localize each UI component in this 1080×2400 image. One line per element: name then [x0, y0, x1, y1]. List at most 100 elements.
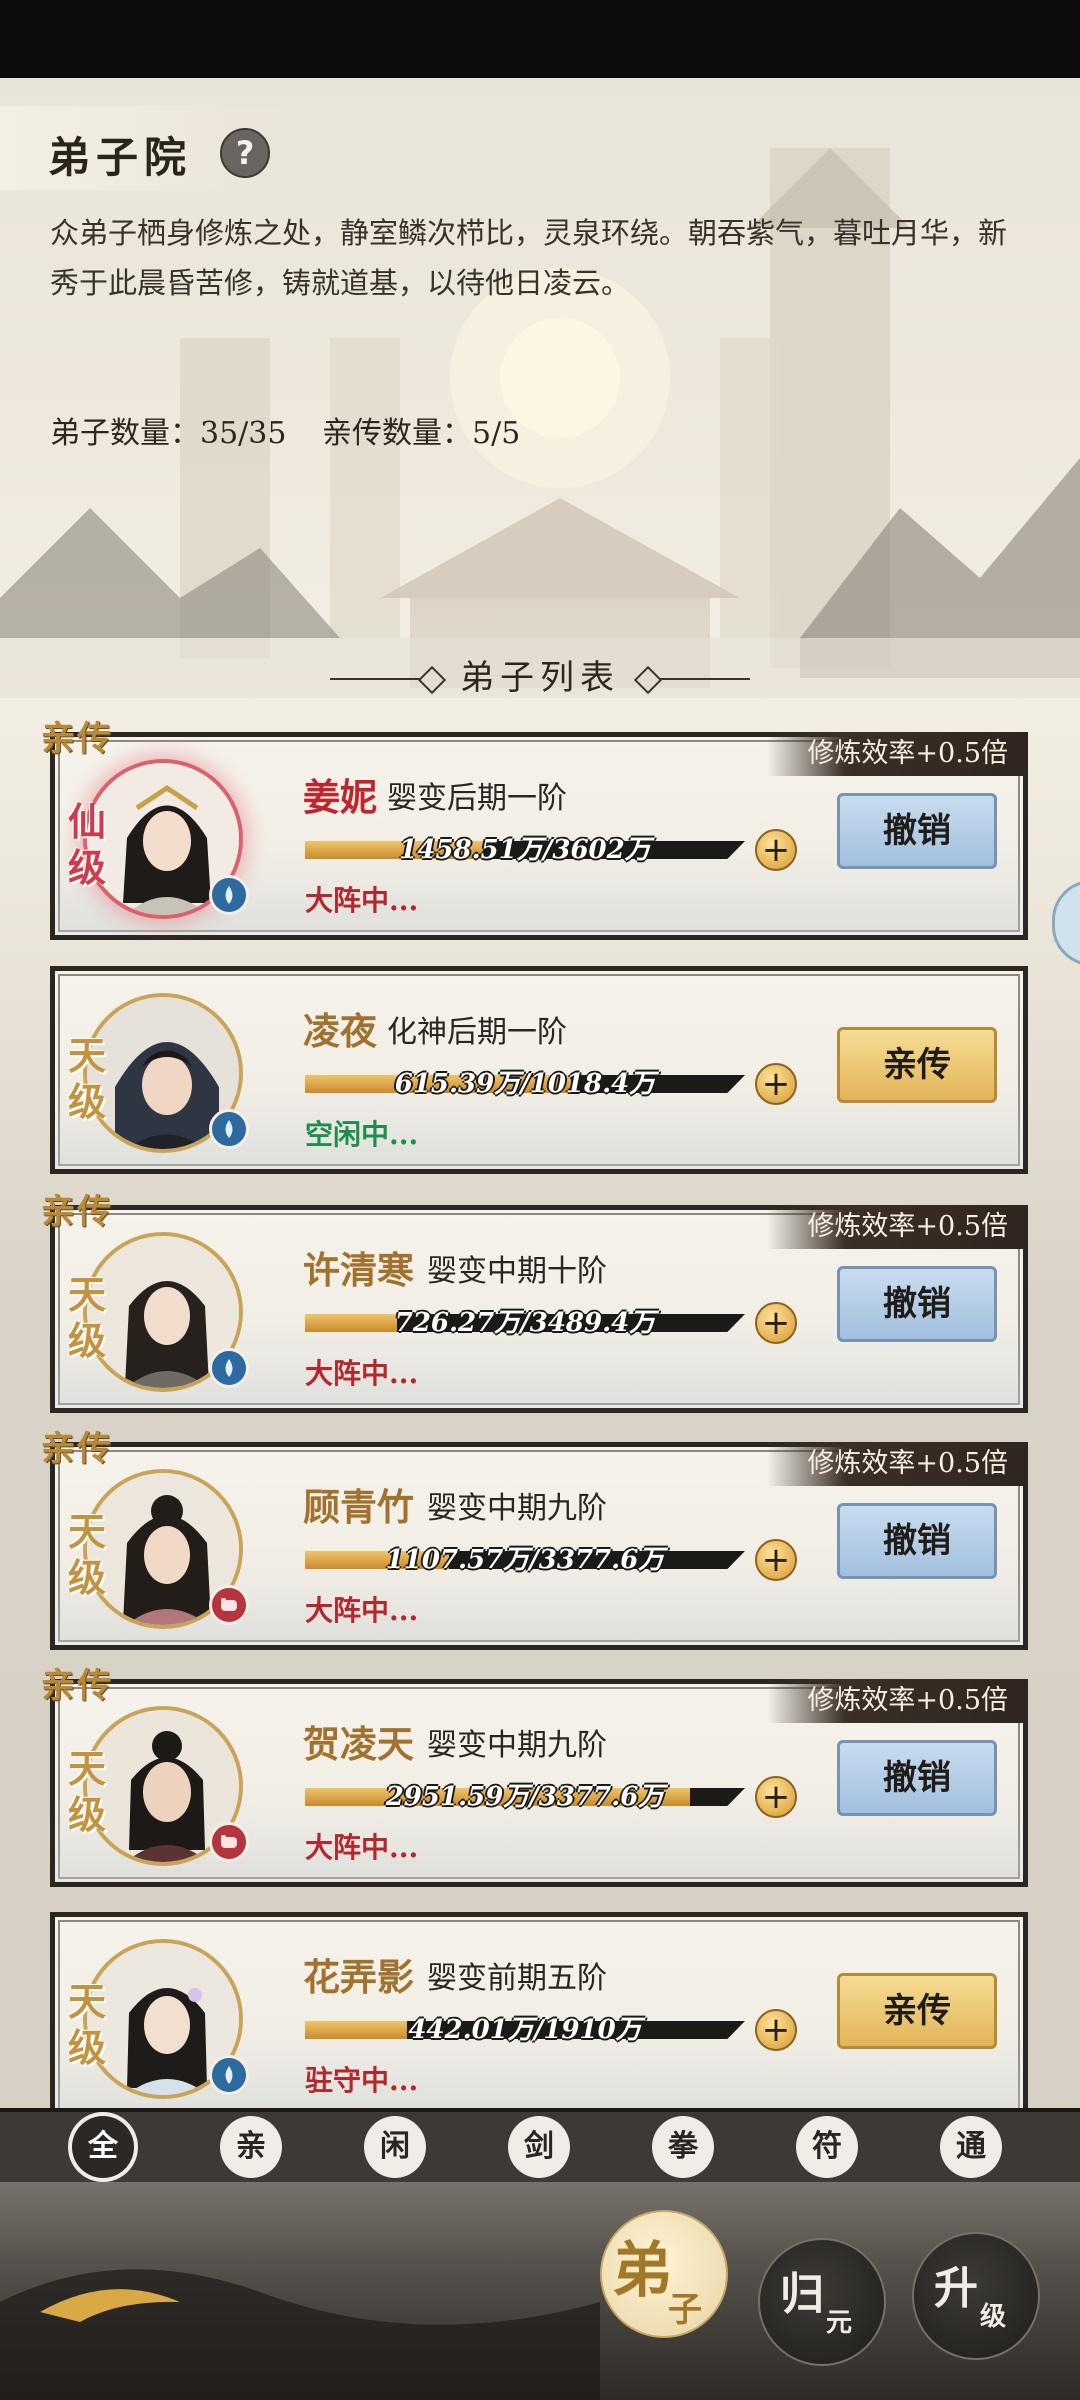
- progress-text: 726.27万/3489.4万: [394, 1308, 656, 1338]
- avatar-wrap[interactable]: 天级: [68, 1232, 249, 1392]
- nav-return-big: 归: [780, 2269, 824, 2320]
- grade-label: 天级: [67, 1272, 106, 1363]
- app-root: 弟子院 ? 众弟子栖身修炼之处，静室鳞次栉比，灵泉环绕。朝吞紫气，暮吐月华，新秀…: [0, 0, 1080, 2400]
- disciple-card[interactable]: 天级 凌夜 化神后期一阶 615.39万/1018.4万 + 空闲中... 亲传: [50, 966, 1028, 1174]
- disciple-realm: 婴变中期九阶: [427, 1491, 607, 1526]
- efficiency-bonus-badge: 修炼效率+0.5倍: [767, 1205, 1028, 1249]
- grade-label: 天级: [67, 1746, 106, 1837]
- disciple-count: 弟子数量：35/35: [50, 416, 287, 451]
- efficiency-bonus-badge: 修炼效率+0.5倍: [767, 732, 1028, 776]
- list-header-title: 弟子列表: [460, 658, 620, 698]
- disciple-status: 大阵中...: [305, 1357, 419, 1390]
- diamond-ornament-icon: [417, 665, 447, 695]
- disciple-status: 大阵中...: [305, 1831, 419, 1864]
- revoke-button[interactable]: 撤销: [837, 1503, 997, 1579]
- disciple-name: 许清寒: [303, 1248, 414, 1292]
- direct-disciple-tag: 亲传: [41, 1429, 113, 1469]
- revoke-button[interactable]: 撤销: [837, 793, 997, 869]
- filter-general[interactable]: 通: [940, 2116, 1002, 2178]
- grade-label: 仙级: [67, 799, 106, 890]
- nav-upgrade-small: 级: [980, 2302, 1007, 2332]
- disciple-realm: 婴变中期十阶: [427, 1254, 607, 1289]
- disciple-realm: 婴变中期九阶: [427, 1728, 607, 1763]
- nav-disciples-button[interactable]: 弟 子: [600, 2210, 728, 2338]
- plus-icon[interactable]: +: [755, 1302, 797, 1344]
- revoke-button[interactable]: 撤销: [837, 1266, 997, 1342]
- water-drop-icon: [209, 2055, 249, 2095]
- status-bar: [0, 0, 1080, 78]
- disciple-name: 花弄影: [303, 1955, 414, 1999]
- avatar-wrap[interactable]: 仙级: [68, 759, 249, 919]
- list-header: 弟子列表: [330, 648, 750, 708]
- plus-icon[interactable]: +: [755, 829, 797, 871]
- progress-text: 1458.51万/3602万: [399, 835, 651, 865]
- disciple-card[interactable]: 亲传 修炼效率+0.5倍 天级 许清寒 婴变中期十阶 726.27万/3489.…: [41, 1192, 1028, 1413]
- plus-icon[interactable]: +: [755, 1539, 797, 1581]
- filter-sword[interactable]: 剑: [508, 2116, 570, 2178]
- direct-disciple-tag: 亲传: [41, 1666, 113, 1706]
- filter-idle[interactable]: 闲: [364, 2116, 426, 2178]
- disciple-hall-scene: 弟子院 ? 众弟子栖身修炼之处，静室鳞次栉比，灵泉环绕。朝吞紫气，暮吐月华，新秀…: [0, 78, 1080, 2108]
- disciple-card[interactable]: 天级 花弄影 婴变前期五阶 442.01万/1910万 + 驻守中... 亲传: [50, 1912, 1028, 2108]
- progress-text: 442.01万/1910万: [408, 2015, 642, 2045]
- disciple-card[interactable]: 亲传 修炼效率+0.5倍 仙级 姜妮 婴变后期一阶 1458.51万/3602万…: [41, 719, 1028, 940]
- nav-upgrade-big: 升: [934, 2263, 978, 2314]
- disciple-status: 大阵中...: [305, 884, 419, 917]
- avatar-wrap[interactable]: 天级: [68, 1469, 249, 1629]
- fist-icon: [209, 1822, 249, 1862]
- disciple-realm: 化神后期一阶: [387, 1015, 567, 1050]
- nav-upgrade-button[interactable]: 升 级: [912, 2232, 1040, 2360]
- direct-disciple-tag: 亲传: [41, 1192, 113, 1232]
- appoint-direct-button[interactable]: 亲传: [837, 1027, 997, 1103]
- nav-disciples-small: 子: [668, 2290, 702, 2330]
- disciple-name: 顾青竹: [303, 1485, 414, 1529]
- fist-icon: [209, 1585, 249, 1625]
- disciple-name: 姜妮: [303, 775, 377, 819]
- title-panel: 弟子院 ?: [0, 106, 320, 190]
- filter-talisman[interactable]: 符: [796, 2116, 858, 2178]
- disciple-status: 空闲中...: [305, 1118, 419, 1151]
- disciple-card[interactable]: 亲传 修炼效率+0.5倍 天级 顾青竹 婴变中期九阶 1107.57万/3377…: [41, 1429, 1028, 1650]
- plus-icon[interactable]: +: [755, 1776, 797, 1818]
- nav-return-small: 元: [826, 2308, 853, 2338]
- disciple-realm: 婴变后期一阶: [387, 781, 567, 816]
- filter-all[interactable]: 全: [72, 2116, 134, 2178]
- filter-bar: 全 亲 闲 剑 拳 符 通: [0, 2112, 1080, 2182]
- appoint-direct-button[interactable]: 亲传: [837, 1973, 997, 2049]
- revoke-button[interactable]: 撤销: [837, 1740, 997, 1816]
- efficiency-bonus-badge: 修炼效率+0.5倍: [767, 1442, 1028, 1486]
- plus-icon[interactable]: +: [755, 2009, 797, 2051]
- water-drop-icon: [209, 1348, 249, 1388]
- disciple-card[interactable]: 亲传 修炼效率+0.5倍 天级 贺凌天 婴变中期九阶 2951.59万/3377…: [41, 1666, 1028, 1887]
- disciple-status: 驻守中...: [305, 2064, 419, 2097]
- avatar-wrap[interactable]: 天级: [68, 1706, 249, 1866]
- grade-label: 天级: [67, 1979, 106, 2070]
- counts-row: 弟子数量：35/35 亲传数量：5/5: [50, 408, 546, 452]
- grade-label: 天级: [67, 1033, 106, 1124]
- avatar-wrap[interactable]: 天级: [68, 993, 249, 1153]
- nav-disciples-big: 弟: [612, 2236, 672, 2306]
- plus-icon[interactable]: +: [755, 1063, 797, 1105]
- page-title: 弟子院: [48, 133, 193, 182]
- hall-description: 众弟子栖身修炼之处，静室鳞次栉比，灵泉环绕。朝吞紫气，暮吐月华，新秀于此晨昏苦修…: [50, 216, 1008, 300]
- filter-fist[interactable]: 拳: [652, 2116, 714, 2178]
- divider-left: [330, 678, 420, 680]
- divider-right: [660, 678, 750, 680]
- nav-return-button[interactable]: 归 元: [758, 2238, 886, 2366]
- disciple-status: 大阵中...: [305, 1594, 419, 1627]
- disciple-realm: 婴变前期五阶: [427, 1961, 607, 1996]
- efficiency-bonus-badge: 修炼效率+0.5倍: [767, 1679, 1028, 1723]
- direct-disciple-count: 亲传数量：5/5: [322, 416, 521, 451]
- water-drop-icon: [209, 875, 249, 915]
- avatar-wrap[interactable]: 天级: [68, 1939, 249, 2099]
- disciple-name: 凌夜: [303, 1009, 377, 1053]
- disciple-name: 贺凌天: [303, 1722, 414, 1766]
- filter-direct[interactable]: 亲: [220, 2116, 282, 2178]
- progress-text: 615.39万/1018.4万: [394, 1069, 656, 1099]
- direct-disciple-tag: 亲传: [41, 719, 113, 759]
- progress-text: 2951.59万/3377.6万: [385, 1782, 665, 1812]
- question-mark-icon[interactable]: ?: [220, 128, 270, 178]
- diamond-ornament-icon: [633, 665, 663, 695]
- bottom-navigation: 弟 子 归 元 升 级: [0, 2182, 1080, 2400]
- progress-text: 1107.57万/3377.6万: [385, 1545, 665, 1575]
